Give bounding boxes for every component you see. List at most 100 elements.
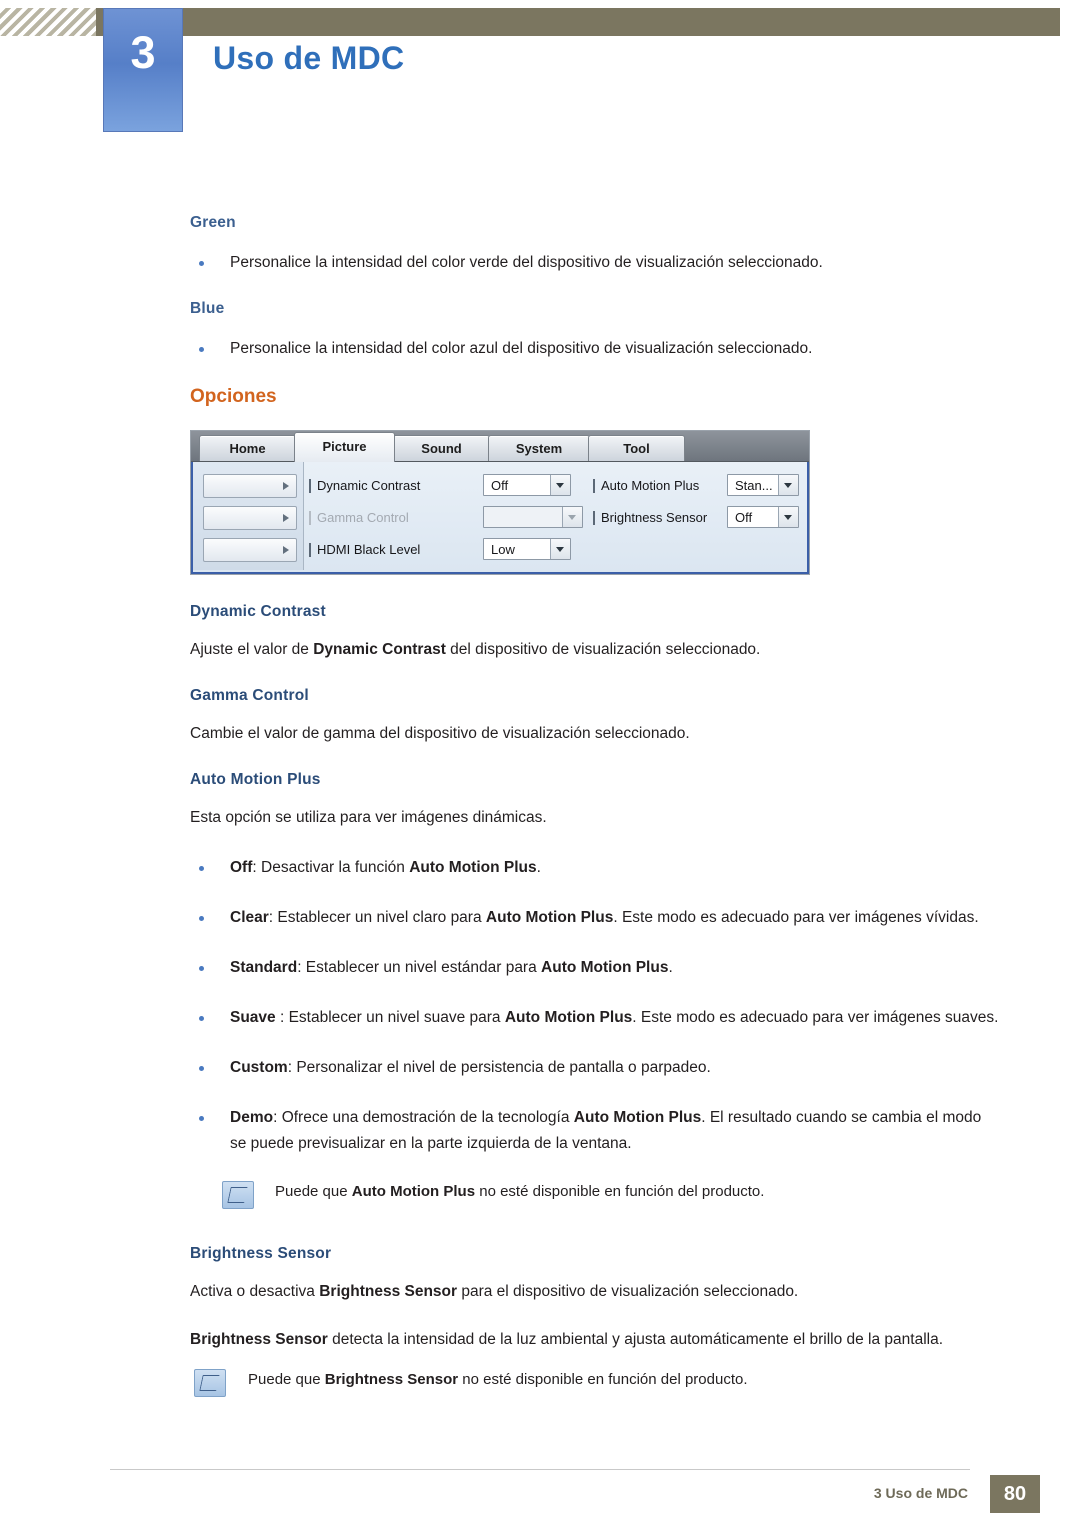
label-off: Off	[230, 859, 253, 876]
note-brightness-text-2: no esté disponible en función del produc…	[458, 1371, 748, 1388]
mdc-combo-hdmi-black-level-value: Low	[491, 542, 515, 557]
page-number: 80	[990, 1475, 1040, 1513]
bullet-auto-motion-suave: Suave : Establecer un nivel suave para A…	[190, 1005, 1000, 1031]
bullet-blue: Personalice la intensidad del color azul…	[190, 336, 1000, 362]
text-dc-bold: Dynamic Contrast	[313, 641, 446, 658]
paragraph-auto-motion-intro: Esta opción se utiliza para ver imágenes…	[190, 809, 547, 826]
note-icon	[222, 1181, 254, 1209]
mdc-label-gamma-control: Gamma Control	[309, 510, 409, 525]
chevron-down-icon[interactable]	[778, 507, 798, 527]
heading-gamma-control: Gamma Control	[190, 687, 309, 704]
footer-divider	[110, 1469, 970, 1470]
bullet-auto-motion-custom: Custom: Personalizar el nivel de persist…	[190, 1055, 1000, 1081]
mdc-tab-sound[interactable]: Sound	[393, 435, 490, 461]
footer-chapter-label: 3 Uso de MDC	[873, 1485, 968, 1501]
bullet-auto-motion-clear: Clear: Establecer un nivel claro para Au…	[190, 905, 1000, 931]
label-custom: Custom	[230, 1059, 288, 1076]
heading-dynamic-contrast: Dynamic Contrast	[190, 603, 326, 620]
page-header: 3 Uso de MDC	[0, 0, 1080, 150]
heading-blue: Blue	[190, 300, 225, 317]
bullet-green: Personalice la intensidad del color verd…	[190, 250, 1000, 276]
mdc-label-auto-motion-plus: Auto Motion Plus	[592, 478, 700, 493]
chevron-down-icon	[562, 507, 582, 527]
text-clear-2: . Este modo es adecuado para ver imágene…	[613, 909, 979, 926]
note-auto-motion-bold: Auto Motion Plus	[351, 1183, 476, 1200]
mdc-picture-options-screenshot: Home Picture Sound System Tool Dynamic C…	[190, 430, 810, 575]
heading-opciones: Opciones	[190, 386, 277, 407]
text-clear-1: : Establecer un nivel claro para	[268, 909, 486, 926]
text-bs-2a: Brightness Sensor	[190, 1331, 328, 1348]
paragraph-brightness-1: Activa o desactiva Brightness Sensor par…	[190, 1281, 1000, 1303]
text-standard-bold: Auto Motion Plus	[541, 959, 669, 976]
text-off-bold: Auto Motion Plus	[409, 859, 537, 876]
note-brightness-text-1: Puede que	[248, 1371, 325, 1388]
paragraph-brightness-2: Brightness Sensor detecta la intensidad …	[190, 1329, 1000, 1351]
mdc-left-slider-column	[193, 462, 304, 570]
mdc-combo-brightness-sensor[interactable]: Off	[727, 506, 799, 528]
label-suave: Suave	[230, 1009, 276, 1026]
mdc-label-hdmi-black-level: HDMI Black Level	[308, 542, 421, 557]
mdc-tab-picture[interactable]: Picture	[294, 432, 395, 462]
note-brightness-sensor: Puede que Brightness Sensor no esté disp…	[190, 1369, 1000, 1397]
text-off-2: .	[536, 859, 541, 876]
mdc-tab-tool[interactable]: Tool	[588, 435, 685, 461]
chevron-down-icon[interactable]	[778, 475, 798, 495]
text-off-1: : Desactivar la función	[252, 859, 410, 876]
mdc-tab-home[interactable]: Home	[199, 435, 296, 461]
mdc-combo-auto-motion-plus[interactable]: Stan...	[727, 474, 799, 496]
paragraph-gamma-control: Cambie el valor de gamma del dispositivo…	[190, 725, 690, 742]
text-standard-2: .	[668, 959, 673, 976]
text-suave-bold: Auto Motion Plus	[504, 1009, 633, 1026]
mdc-label-brightness-sensor: Brightness Sensor	[592, 510, 708, 525]
heading-auto-motion-plus: Auto Motion Plus	[190, 771, 321, 788]
bullet-auto-motion-standard: Standard: Establecer un nivel estándar p…	[190, 955, 1000, 981]
bullet-auto-motion-off: Off: Desactivar la función Auto Motion P…	[190, 855, 1000, 881]
mdc-label-dynamic-contrast: Dynamic Contrast	[308, 478, 421, 493]
mdc-combo-brightness-sensor-value: Off	[735, 510, 753, 525]
text-bs-1c: para el dispositivo de visualización sel…	[457, 1283, 799, 1300]
mdc-combo-gamma-control	[483, 506, 583, 528]
mdc-tab-system[interactable]: System	[488, 435, 590, 461]
page-content: Green Personalice la intensidad del colo…	[190, 214, 1000, 1419]
text-dc-2: del dispositivo de visualización selecci…	[445, 641, 761, 658]
note-auto-motion-text-1: Puede que	[275, 1183, 352, 1200]
text-standard-1: : Establecer un nivel estándar para	[297, 959, 542, 976]
mdc-combo-hdmi-black-level[interactable]: Low	[483, 538, 571, 560]
text-dc-1: Ajuste el valor de	[190, 641, 314, 658]
header-hatch-decoration	[0, 8, 96, 36]
note-icon	[194, 1369, 226, 1397]
chapter-number-badge: 3	[103, 8, 183, 132]
mdc-panel-body: Dynamic Contrast Off Gamma Control HDMI …	[191, 462, 809, 574]
mdc-slider-1[interactable]	[203, 474, 297, 498]
bullet-auto-motion-demo: Demo: Ofrece una demostración de la tecn…	[190, 1105, 1000, 1157]
mdc-combo-auto-motion-plus-value: Stan...	[735, 478, 773, 493]
heading-green: Green	[190, 214, 236, 231]
text-suave-2: . Este modo es adecuado para ver imágene…	[632, 1009, 999, 1026]
chevron-down-icon[interactable]	[550, 539, 570, 559]
label-clear: Clear	[230, 909, 269, 926]
mdc-slider-2[interactable]	[203, 506, 297, 530]
chapter-number: 3	[130, 27, 156, 78]
label-demo: Demo	[230, 1109, 274, 1126]
text-clear-bold: Auto Motion Plus	[485, 909, 614, 926]
mdc-slider-3[interactable]	[203, 538, 297, 562]
note-auto-motion-text-2: no esté disponible en función del produc…	[475, 1183, 765, 1200]
paragraph-dynamic-contrast: Ajuste el valor de Dynamic Contrast del …	[190, 639, 1000, 661]
mdc-combo-dynamic-contrast-value: Off	[491, 478, 509, 493]
page-title: Uso de MDC	[213, 40, 405, 76]
note-auto-motion-plus: Puede que Auto Motion Plus no esté dispo…	[190, 1181, 1000, 1209]
text-bs-1a: Activa o desactiva	[190, 1283, 320, 1300]
page-footer: 3 Uso de MDC 80	[0, 1457, 1080, 1527]
mdc-tab-bar: Home Picture Sound System Tool	[191, 431, 809, 462]
mdc-combo-dynamic-contrast[interactable]: Off	[483, 474, 571, 496]
text-suave-1: : Establecer un nivel suave para	[275, 1009, 505, 1026]
heading-brightness-sensor: Brightness Sensor	[190, 1245, 332, 1262]
label-standard: Standard	[230, 959, 298, 976]
text-bs-1b: Brightness Sensor	[319, 1283, 458, 1300]
text-demo-1: : Ofrece una demostración de la tecnolog…	[273, 1109, 574, 1126]
text-custom-1: : Personalizar el nivel de persistencia …	[287, 1059, 711, 1076]
chevron-down-icon[interactable]	[550, 475, 570, 495]
note-brightness-bold: Brightness Sensor	[324, 1371, 459, 1388]
text-bs-2b: detecta la intensidad de la luz ambienta…	[327, 1331, 944, 1348]
text-demo-bold: Auto Motion Plus	[573, 1109, 702, 1126]
